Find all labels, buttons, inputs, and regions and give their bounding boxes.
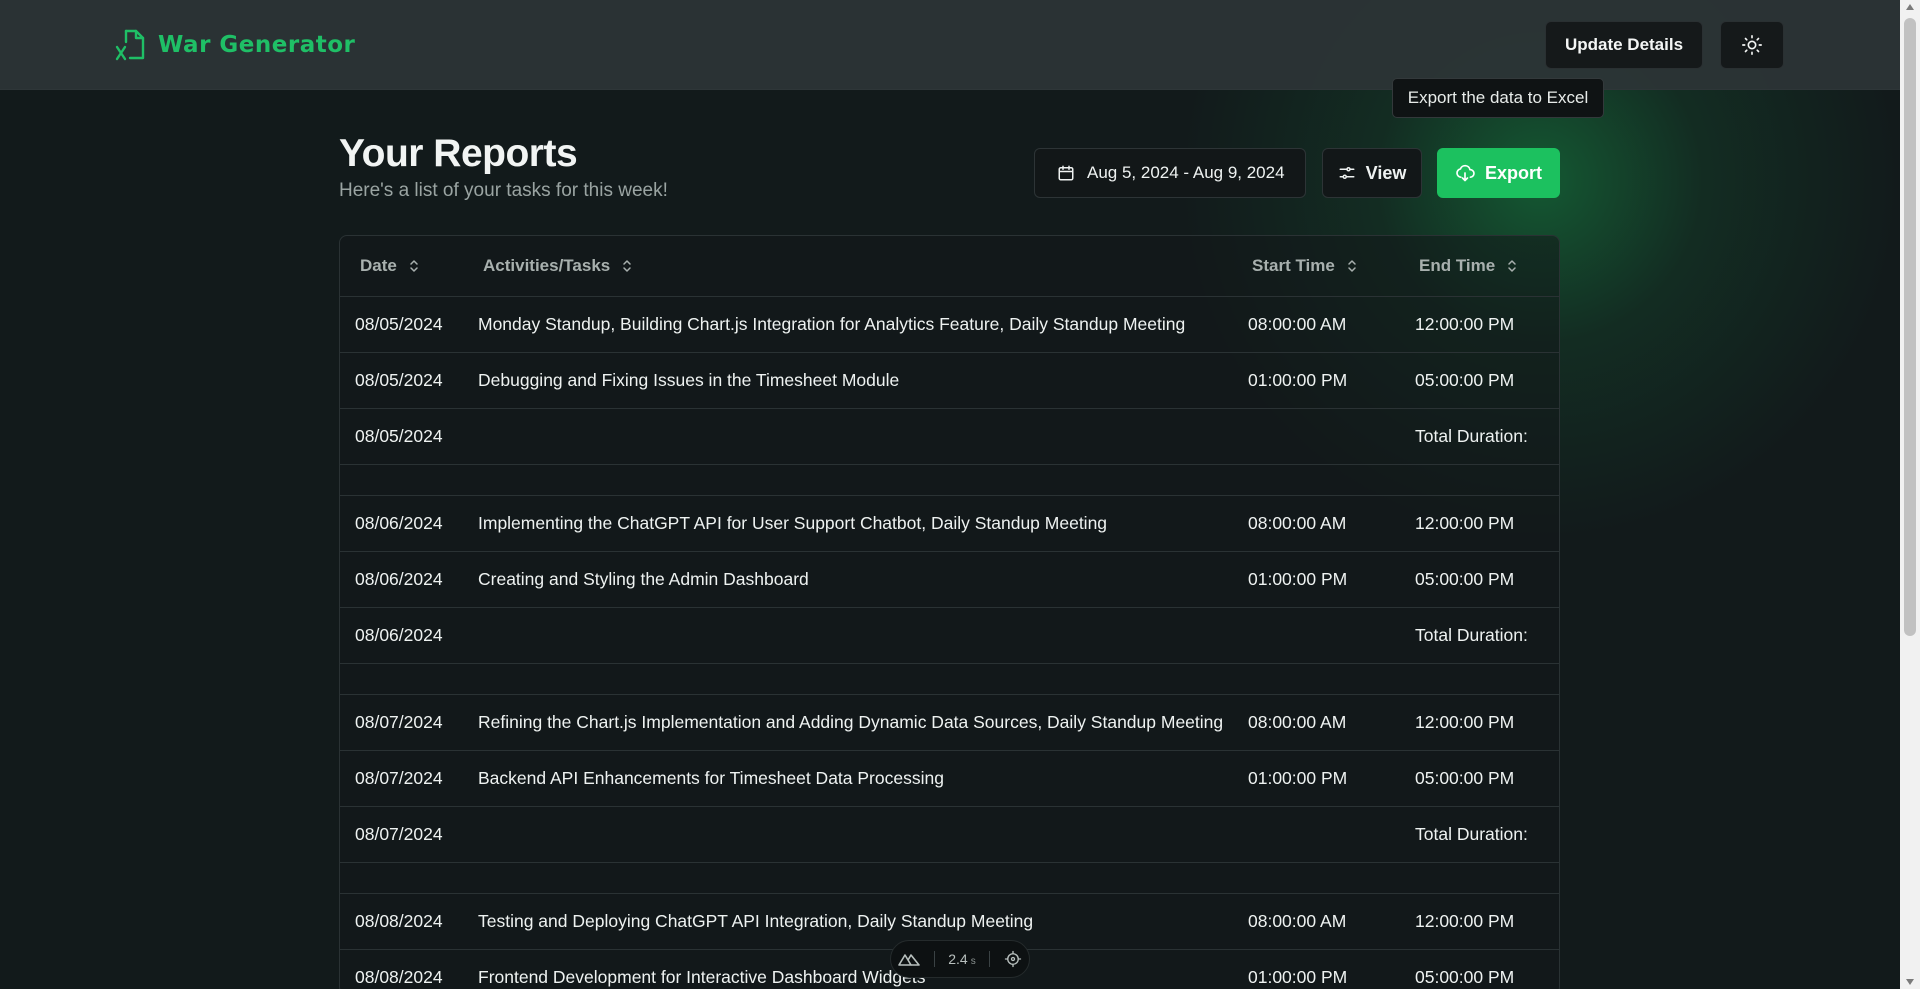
date-cell: 08/05/2024 [355, 370, 443, 390]
vertical-scrollbar[interactable] [1900, 0, 1920, 989]
table-row[interactable]: 08/07/2024 Refining the Chart.js Impleme… [340, 695, 1559, 751]
date-cell: 08/08/2024 [355, 911, 443, 931]
devtools-bar[interactable]: 2.4 s [890, 940, 1030, 978]
scroll-down-arrow[interactable] [1906, 979, 1914, 985]
table-row[interactable]: 08/06/2024 Total Duration: [340, 608, 1559, 664]
date-cell: 08/08/2024 [355, 967, 443, 987]
table-row[interactable]: 08/07/2024 Total Duration: [340, 807, 1559, 863]
task-cell: Creating and Styling the Admin Dashboard [478, 569, 809, 589]
sort-icon [1508, 260, 1516, 272]
column-header-start-time[interactable]: Start Time [1252, 256, 1357, 276]
task-cell: Debugging and Fixing Issues in the Times… [478, 370, 900, 390]
brand-name: War Generator [158, 32, 356, 58]
scrollbar-thumb[interactable] [1904, 18, 1916, 636]
table-row-spacer [340, 465, 1559, 496]
task-cell: Implementing the ChatGPT API for User Su… [478, 513, 1108, 533]
devtools-separator [989, 951, 991, 967]
table-row[interactable]: 08/06/2024 Implementing the ChatGPT API … [340, 496, 1559, 552]
table-row-spacer [340, 863, 1559, 894]
start-time-cell: 08:00:00 AM [1248, 513, 1347, 533]
table-row-spacer [340, 664, 1559, 695]
column-header-end-time[interactable]: End Time [1419, 256, 1517, 276]
sort-icon [410, 260, 418, 272]
date-cell: 08/05/2024 [355, 314, 443, 334]
render-time-unit: s [970, 956, 976, 967]
export-tooltip: Export the data to Excel [1392, 78, 1604, 118]
page-title: Your Reports [339, 132, 578, 175]
date-cell: 08/07/2024 [355, 824, 443, 844]
column-header-label: Start Time [1252, 256, 1335, 275]
end-time-cell: 12:00:00 PM [1415, 314, 1515, 334]
devtools-separator [933, 951, 935, 967]
table-row[interactable]: 08/06/2024 Creating and Styling the Admi… [340, 552, 1559, 608]
date-range-picker-button[interactable]: Aug 5, 2024 - Aug 9, 2024 [1034, 148, 1306, 198]
end-time-cell: 12:00:00 PM [1415, 911, 1515, 931]
table-row[interactable]: 08/05/2024 Total Duration: [340, 409, 1559, 465]
sort-icon [623, 260, 632, 272]
date-cell: 08/06/2024 [355, 513, 443, 533]
top-bar: War Generator Update Details [0, 0, 1900, 90]
start-time-cell: 08:00:00 AM [1248, 314, 1347, 334]
excel-file-icon [115, 29, 145, 61]
column-header-date[interactable]: Date [360, 256, 419, 276]
calendar-icon [1058, 165, 1074, 181]
export-label: Export [1484, 162, 1542, 183]
view-options-button[interactable]: View [1322, 148, 1422, 198]
render-time-value: 2.4 [948, 951, 968, 967]
task-cell: Frontend Development for Interactive Das… [478, 967, 926, 987]
brand[interactable]: War Generator [114, 28, 355, 62]
date-cell: 08/07/2024 [355, 712, 443, 732]
end-time-cell: 12:00:00 PM [1415, 712, 1515, 732]
date-cell: 08/06/2024 [355, 569, 443, 589]
view-label: View [1365, 162, 1407, 183]
sun-icon [1742, 35, 1762, 55]
sort-icon [1348, 260, 1356, 272]
table-row[interactable]: 08/07/2024 Backend API Enhancements for … [340, 751, 1559, 807]
end-time-cell: 05:00:00 PM [1415, 370, 1515, 390]
theme-toggle-button[interactable] [1720, 21, 1784, 69]
export-button[interactable]: Export [1437, 148, 1560, 198]
column-header-label: Date [360, 256, 397, 275]
column-header-tasks[interactable]: Activities/Tasks [483, 256, 632, 276]
render-time: 2.4 s [948, 951, 975, 967]
sliders-icon [1339, 167, 1355, 179]
task-cell: Backend API Enhancements for Timesheet D… [478, 768, 944, 788]
column-header-label: End Time [1419, 256, 1496, 275]
start-time-cell: 01:00:00 PM [1248, 967, 1348, 987]
cloud-download-icon [1456, 164, 1475, 182]
target-icon[interactable] [1004, 950, 1022, 968]
date-cell: 08/07/2024 [355, 768, 443, 788]
start-time-cell: 08:00:00 AM [1248, 712, 1347, 732]
start-time-cell: 01:00:00 PM [1248, 569, 1348, 589]
table-row[interactable]: 08/05/2024 Monday Standup, Building Char… [340, 297, 1559, 353]
total-duration-cell: Total Duration: [1415, 426, 1528, 446]
end-time-cell: 12:00:00 PM [1415, 513, 1515, 533]
end-time-cell: 05:00:00 PM [1415, 967, 1515, 987]
start-time-cell: 01:00:00 PM [1248, 768, 1348, 788]
total-duration-cell: Total Duration: [1415, 824, 1528, 844]
end-time-cell: 05:00:00 PM [1415, 768, 1515, 788]
end-time-cell: 05:00:00 PM [1415, 569, 1515, 589]
date-range-label: Aug 5, 2024 - Aug 9, 2024 [1087, 163, 1285, 182]
reports-table: Date Activities/Tasks Start Time End Tim… [339, 235, 1560, 989]
start-time-cell: 01:00:00 PM [1248, 370, 1348, 390]
table-header: Date Activities/Tasks Start Time End Tim… [340, 236, 1559, 297]
date-cell: 08/06/2024 [355, 625, 443, 645]
page-subtitle: Here's a list of your tasks for this wee… [339, 180, 668, 201]
task-cell: Refining the Chart.js Implementation and… [478, 712, 1224, 732]
task-cell: Monday Standup, Building Chart.js Integr… [478, 314, 1186, 334]
update-details-button[interactable]: Update Details [1545, 21, 1703, 69]
column-header-label: Activities/Tasks [483, 256, 611, 275]
nuxt-logo-icon[interactable] [898, 952, 920, 966]
start-time-cell: 08:00:00 AM [1248, 911, 1347, 931]
table-row[interactable]: 08/05/2024 Debugging and Fixing Issues i… [340, 353, 1559, 409]
date-cell: 08/05/2024 [355, 426, 443, 446]
total-duration-cell: Total Duration: [1415, 625, 1528, 645]
scroll-up-arrow[interactable] [1906, 4, 1914, 10]
